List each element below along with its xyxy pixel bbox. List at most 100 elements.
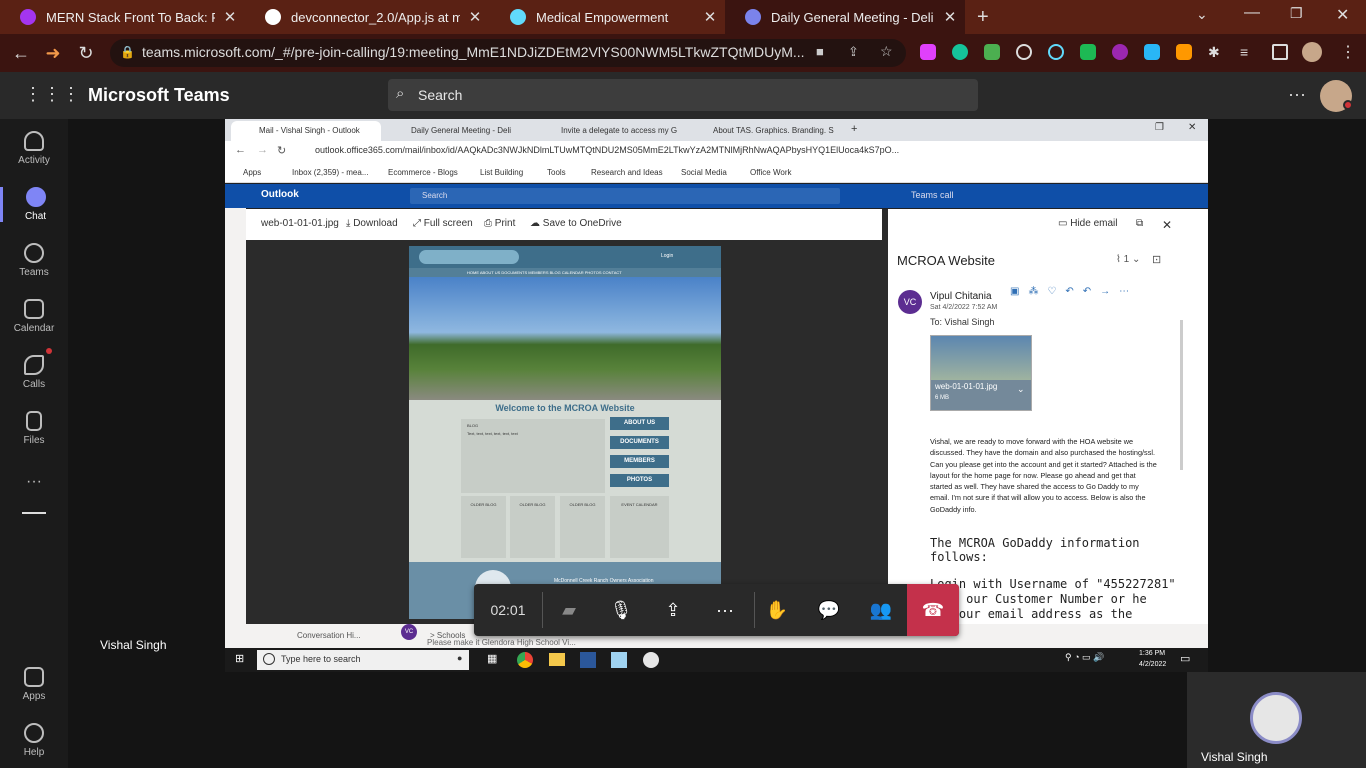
rail-teams[interactable]: Teams [0, 243, 68, 278]
restore-button[interactable]: ❐ [1290, 5, 1303, 22]
share-icon[interactable]: ⇪ [848, 44, 859, 60]
sender-name: Vipul Chitania [930, 291, 992, 302]
self-view-tile: Vishal Singh [1187, 672, 1366, 768]
email-panel: MCROA Website ⌇ 1 ⌄ ⊡ VC Vipul Chitania … [888, 240, 1208, 624]
raise-hand-button[interactable]: ✋ [751, 584, 803, 636]
camera-blocked-icon[interactable]: ■ [816, 44, 824, 59]
search-input[interactable]: ⌕ Search [388, 79, 978, 111]
extension-icon[interactable] [984, 44, 1000, 60]
app-launcher-icon[interactable]: ⋮⋮⋮ [24, 84, 81, 105]
save-onedrive-button: ☁ Save to OneDrive [530, 218, 622, 229]
shared-tab-strip: Mail - Vishal Singh - Outlook Daily Gene… [225, 119, 1208, 141]
browser-tab[interactable]: devconnector_2.0/App.js at mast ✕ [245, 0, 490, 34]
rail-help[interactable]: Help [0, 723, 68, 758]
self-avatar [1250, 692, 1302, 744]
new-tab-button[interactable]: + [977, 6, 989, 29]
participants-button[interactable]: 👥 [855, 584, 907, 636]
grammarly-icon[interactable] [952, 44, 968, 60]
task-view-icon: ▦ [487, 653, 498, 665]
address-bar[interactable]: 🔒 teams.microsoft.com/_#/pre-join-callin… [110, 39, 906, 67]
chat-button[interactable]: 💬 [803, 584, 855, 636]
reload-icon: ↻ [277, 145, 287, 157]
hang-up-button[interactable]: ☎ [907, 584, 959, 636]
more-apps-icon[interactable]: ··· [0, 473, 68, 491]
camera-off-button[interactable]: ▰ [543, 584, 595, 636]
mock-header: Login [409, 246, 721, 268]
teams-icon [745, 9, 761, 25]
chevron-down-icon: ⌄ [1017, 384, 1025, 394]
viewer-toolbar: web-01-01-01.jpg ⤓ Download ⤢ Full scree… [246, 209, 882, 240]
hide-email-button: ▭ Hide email [1058, 218, 1118, 229]
email-recipient: To: Vishal Singh [930, 317, 995, 327]
rail-calls[interactable]: Calls [0, 355, 68, 390]
rail-calendar[interactable]: Calendar [0, 299, 68, 334]
extension-icon[interactable] [1176, 44, 1192, 60]
mock-button: DOCUMENTS [610, 436, 669, 449]
notifications-icon: ▭ [1180, 653, 1191, 665]
outlook-left-strip [225, 208, 246, 624]
more-button[interactable]: ··· [699, 584, 751, 636]
browser-menu-icon[interactable]: ⋮ [1340, 42, 1356, 62]
reload-icon[interactable]: ↻ [75, 42, 97, 64]
mock-welcome-heading: Welcome to the MCROA Website [495, 403, 635, 413]
extension-icon[interactable] [1080, 44, 1096, 60]
udemy-icon [20, 9, 36, 25]
extension-icon[interactable] [1016, 44, 1032, 60]
media-icon[interactable]: ≡ [1240, 44, 1256, 60]
close-icon: ✕ [1188, 122, 1197, 133]
rail-files[interactable]: Files [0, 411, 68, 446]
bookmarks-bar: Apps Inbox (2,359) - mea... Ecommerce - … [225, 163, 1208, 183]
browser-tab-active[interactable]: Daily General Meeting - Deli ✕ [725, 0, 965, 34]
tray-icons: ⚲ ◔ ▭ 🔊 [1065, 652, 1105, 662]
extension-icon[interactable] [1144, 44, 1160, 60]
close-icon[interactable]: ✕ [215, 8, 245, 26]
react-devtools-icon[interactable] [1048, 44, 1064, 60]
browser-tab[interactable]: MERN Stack Front To Back: Full St ✕ [0, 0, 245, 34]
tab-search-icon[interactable]: ⌄ [1196, 6, 1208, 23]
star-icon[interactable]: ☆ [880, 43, 893, 60]
sidebar-icon[interactable] [1272, 44, 1288, 60]
close-window-button[interactable]: ✕ [1336, 5, 1349, 25]
shared-address-bar: ← → ↻ outlook.office365.com/mail/inbox/i… [225, 141, 1208, 163]
puzzle-icon[interactable]: ✱ [1208, 44, 1224, 60]
mock-blog-box: BLOG Text, text, text, text, text, text [461, 419, 605, 493]
share-button[interactable]: ⇪ [647, 584, 699, 636]
browser-tab[interactable]: Medical Empowerment ✕ [490, 0, 725, 34]
close-icon[interactable]: ✕ [460, 8, 490, 26]
attachment-count: ⌇ 1 ⌄ [1116, 254, 1141, 265]
rail-chat[interactable]: Chat [0, 187, 68, 222]
sender-avatar: VC [898, 290, 922, 314]
file-icon [26, 411, 42, 431]
more-options-icon[interactable]: ··· [1288, 84, 1306, 105]
people-icon: 👥 [869, 599, 893, 620]
shared-tab: About TAS. Graphics. Branding. S [713, 126, 834, 135]
attachment-card: web-01-01-01.jpg 6 MB ⌄ [930, 335, 1032, 411]
call-timer: 02:01 [490, 602, 526, 618]
fullscreen-button: ⤢ Full screen [413, 218, 473, 229]
mock-event-calendar: EVENT CALENDAR [610, 496, 669, 558]
close-icon[interactable]: ✕ [695, 8, 725, 26]
mock-older-blog: OLDER BLOG [510, 496, 555, 558]
mic-button[interactable]: 🎙 [595, 584, 647, 636]
website-mockup-image: Login HOME ABOUT US DOCUMENTS MEMBERS BL… [409, 246, 721, 619]
chrome-icon [517, 652, 533, 668]
shared-tab: Invite a delegate to access my G [561, 126, 678, 135]
rail-apps[interactable]: Apps [0, 667, 68, 702]
self-name: Vishal Singh [1201, 750, 1268, 764]
forward-icon[interactable]: ➜ [42, 42, 64, 64]
search-icon [263, 653, 275, 665]
rail-activity[interactable]: Activity [0, 131, 68, 166]
close-icon[interactable]: ✕ [935, 8, 965, 26]
extension-icon[interactable] [1112, 44, 1128, 60]
extension-icon[interactable] [920, 44, 936, 60]
email-actions: ▣⁂♡↶↶→⋯ [1010, 286, 1139, 297]
email-body: Vishal, we are ready to move forward wit… [930, 437, 1157, 514]
hand-icon: ✋ [765, 599, 789, 620]
email-subject: MCROA Website [897, 253, 996, 268]
back-icon[interactable]: ← [10, 42, 32, 64]
profile-avatar[interactable] [1302, 42, 1322, 62]
call-controls: 02:01 ▰ 🎙 ⇪ ··· ✋ 💬 👥 ☎ [474, 584, 959, 636]
mock-nav: HOME ABOUT US DOCUMENTS MEMBERS BLOG CAL… [409, 268, 721, 277]
minimize-button[interactable]: — [1244, 4, 1260, 22]
mic-icon: ● [457, 653, 463, 663]
